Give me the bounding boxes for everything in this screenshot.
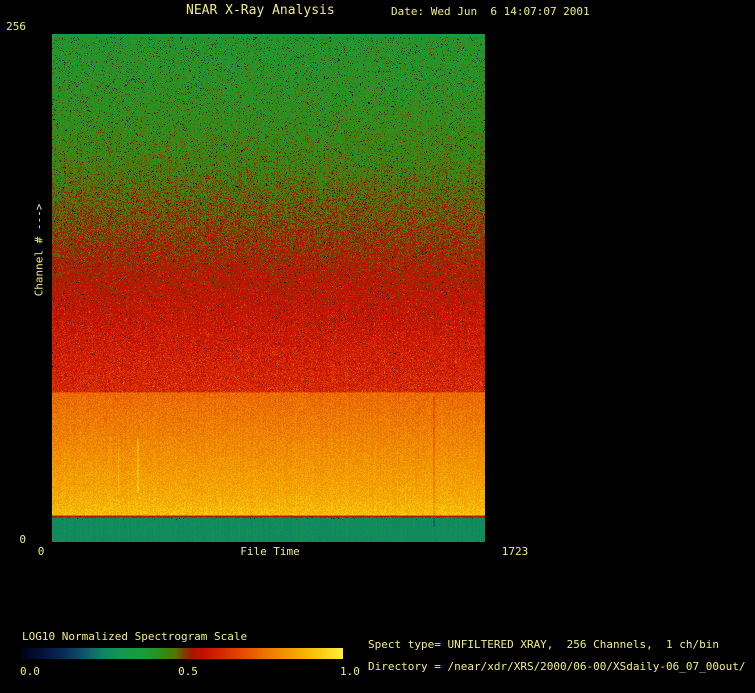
- y-axis-title: Channel # --->: [32, 203, 46, 297]
- page-title: NEAR X-Ray Analysis: [186, 3, 335, 18]
- colorbar-gradient: [22, 648, 343, 659]
- colorbar-tick-max: 1.0: [340, 665, 360, 678]
- xray-analysis-screen: NEAR X-Ray Analysis Date: Wed Jun 6 14:0…: [0, 0, 755, 693]
- colorbar-tick-mid: 0.5: [178, 665, 198, 678]
- spect-type-info: Spect type= UNFILTERED XRAY, 256 Channel…: [368, 638, 719, 651]
- directory-info: Directory = /near/xdr/XRS/2000/06-00/XSd…: [368, 660, 746, 673]
- y-axis-max-label: 256: [6, 20, 26, 33]
- x-axis-min-label: 0: [37, 545, 45, 558]
- spectrogram-heatmap: [52, 34, 485, 542]
- x-axis-max-label: 1723: [501, 545, 529, 558]
- colorbar-tick-min: 0.0: [20, 665, 40, 678]
- x-axis-title: File Time: [240, 545, 300, 558]
- y-axis-min-label: 0: [19, 533, 26, 546]
- colorbar-title: LOG10 Normalized Spectrogram Scale: [22, 630, 248, 643]
- header-date: Date: Wed Jun 6 14:07:07 2001: [391, 5, 590, 18]
